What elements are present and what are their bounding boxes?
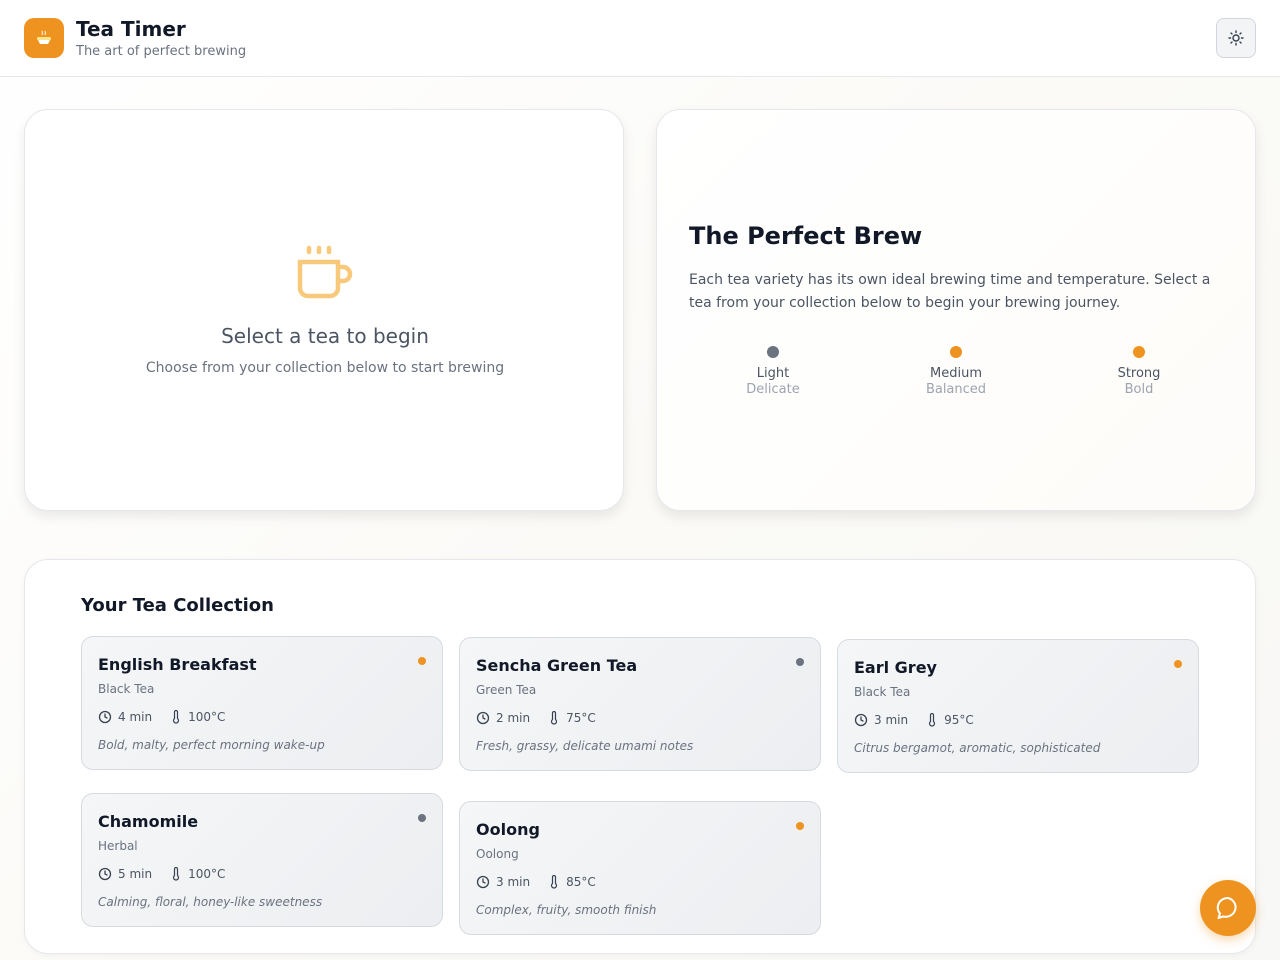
tea-meta: 5 min 100°C: [98, 867, 225, 881]
select-tea-card: Select a tea to begin Choose from your c…: [24, 109, 624, 511]
app-header: Tea Timer The art of perfect brewing: [0, 0, 1280, 77]
thermometer-icon: [928, 713, 936, 727]
tea-type: Herbal: [98, 839, 138, 853]
theme-toggle-button[interactable]: [1216, 18, 1256, 58]
strength-dot: [796, 822, 804, 830]
chat-bubble-icon: [1216, 896, 1237, 919]
strength-dot: [418, 814, 426, 822]
perfect-brew-title: The Perfect Brew: [689, 222, 923, 250]
strength-dot: [767, 346, 779, 358]
strength-dot: [418, 657, 426, 665]
brew-time: 4 min: [118, 710, 153, 724]
tea-card-earl-grey[interactable]: Earl Grey Black Tea 3 min 95°C Citrus be…: [837, 639, 1199, 773]
clock-icon: [476, 711, 490, 725]
tea-name: English Breakfast: [98, 655, 257, 674]
sun-icon: [1228, 30, 1244, 46]
tea-type: Oolong: [476, 847, 519, 861]
brew-temp: 75°C: [566, 711, 596, 725]
tea-meta: 3 min 95°C: [854, 713, 974, 727]
clock-icon: [476, 875, 490, 889]
tea-description: Complex, fruity, smooth finish: [476, 903, 657, 917]
tea-name: Sencha Green Tea: [476, 656, 638, 675]
clock-icon: [98, 867, 112, 881]
brew-time: 3 min: [496, 875, 531, 889]
strength-light: Light Delicate: [713, 346, 833, 398]
strength-dot: [950, 346, 962, 358]
brew-temp: 100°C: [188, 710, 226, 724]
tea-name: Earl Grey: [854, 658, 937, 677]
teacup-icon: [37, 30, 51, 44]
strength-label: Strong: [1117, 366, 1161, 381]
tea-collection: Your Tea Collection English Breakfast Bl…: [24, 559, 1256, 954]
thermometer-icon: [172, 867, 180, 881]
app-logo: [24, 18, 64, 58]
tea-type: Green Tea: [476, 683, 537, 697]
tea-name: Oolong: [476, 820, 540, 839]
thermometer-icon: [172, 710, 180, 724]
tea-meta: 4 min 100°C: [98, 710, 225, 724]
tea-meta: 3 min 85°C: [476, 875, 596, 889]
strength-label: Medium: [930, 366, 982, 381]
brew-time: 2 min: [496, 711, 531, 725]
coffee-cup-icon: [297, 245, 353, 299]
strength-desc: Bold: [1124, 382, 1154, 397]
clock-icon: [98, 710, 112, 724]
strength-dot: [1174, 660, 1182, 668]
thermometer-icon: [550, 711, 558, 725]
tea-description: Fresh, grassy, delicate umami notes: [476, 739, 694, 753]
brew-time: 3 min: [874, 713, 909, 727]
perfect-brew-card: The Perfect Brew Each tea variety has it…: [656, 109, 1256, 511]
tea-name: Chamomile: [98, 812, 199, 831]
app-subtitle: The art of perfect brewing: [76, 44, 247, 59]
brew-temp: 95°C: [944, 713, 974, 727]
perfect-brew-text: Each tea variety has its own ideal brewi…: [689, 272, 1211, 311]
strength-dot: [1133, 346, 1145, 358]
strength-medium: Medium Balanced: [896, 346, 1016, 398]
tea-meta: 2 min 75°C: [476, 711, 596, 725]
tea-card-english-breakfast[interactable]: English Breakfast Black Tea 4 min 100°C …: [81, 636, 443, 770]
strength-desc: Balanced: [925, 382, 987, 397]
tea-card-sencha-green-tea[interactable]: Sencha Green Tea Green Tea 2 min 75°C Fr…: [459, 637, 821, 771]
chat-button[interactable]: [1200, 880, 1256, 936]
strength-label: Light: [756, 366, 790, 381]
tea-description: Bold, malty, perfect morning wake-up: [98, 738, 325, 752]
tea-type: Black Tea: [854, 685, 911, 699]
clock-icon: [854, 713, 868, 727]
tea-description: Citrus bergamot, aromatic, sophisticated: [854, 741, 1101, 755]
brew-time: 5 min: [118, 867, 153, 881]
tea-type: Black Tea: [98, 682, 155, 696]
strength-dot: [796, 658, 804, 666]
select-tea-subtitle: Choose from your collection below to sta…: [145, 360, 505, 376]
strength-desc: Delicate: [746, 382, 800, 397]
thermometer-icon: [550, 875, 558, 889]
tea-card-oolong[interactable]: Oolong Oolong 3 min 85°C Complex, fruity…: [459, 801, 821, 935]
brew-temp: 100°C: [188, 867, 226, 881]
brew-temp: 85°C: [566, 875, 596, 889]
select-tea-title: Select a tea to begin: [221, 324, 429, 348]
collection-title: Your Tea Collection: [81, 595, 274, 616]
strength-strong: Strong Bold: [1079, 346, 1199, 398]
tea-description: Calming, floral, honey-like sweetness: [98, 895, 323, 909]
app-title: Tea Timer: [76, 17, 186, 41]
tea-card-chamomile[interactable]: Chamomile Herbal 5 min 100°C Calming, fl…: [81, 793, 443, 927]
